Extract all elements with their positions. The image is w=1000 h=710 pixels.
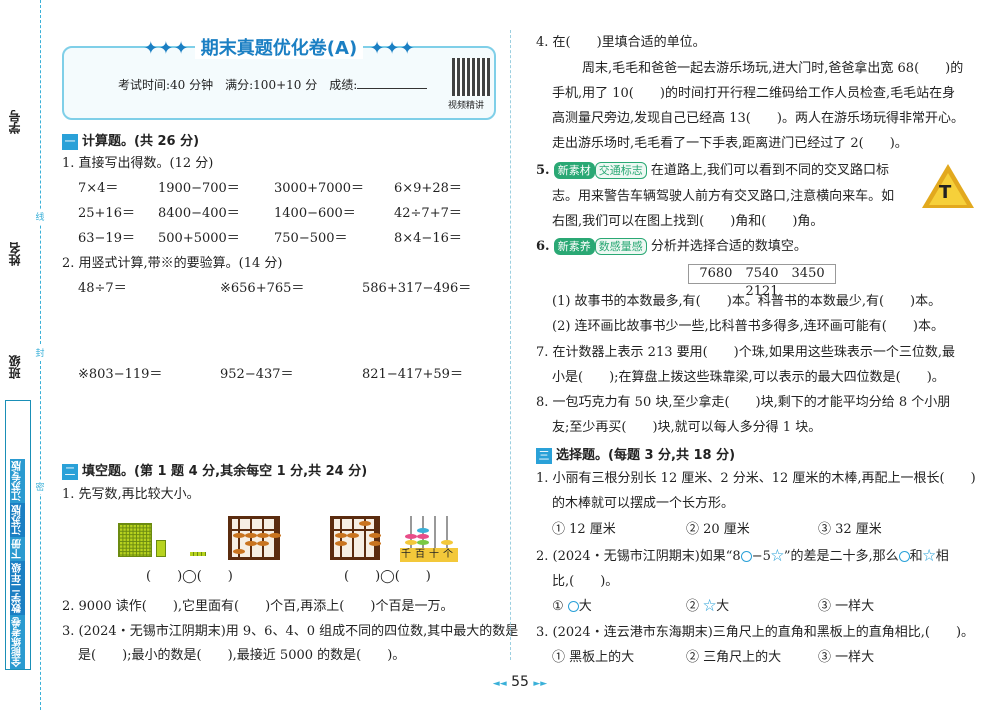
q4-line: 手机,用了 10( )的时间打开行程二维码给工作人员检查,毛毛站在身 (552, 86, 956, 101)
cut-mark: 线 (34, 210, 46, 224)
prev-arrow-icon: ◄◄ (492, 679, 507, 689)
abacus-image (330, 516, 381, 560)
q5-line: 右图,我们可以在图上找到( )角和( )角。 (552, 214, 824, 229)
region-label: 江苏专版 (10, 459, 26, 503)
q6-line: (2) 连环画比故事书少一些,比科普书多得多,连环画可能有( )本。 (552, 319, 944, 334)
section-1-heading: 一计算题。(共 26 分) (62, 130, 199, 150)
q7-line: 7. 在计数器上表示 213 要用( )个珠,如果用这些珠表示一个三位数,最 (536, 345, 956, 360)
calc-item: 8×4−16＝ (394, 231, 462, 246)
circle-symbol (898, 551, 910, 562)
student-id-label: 学号 (8, 110, 22, 134)
section-3-heading: 三选择题。(每题 3 分,共 18 分) (536, 444, 735, 464)
q2-2-text: 2. 9000 读作( ),它里面有( )个百,再添上( )个百是一万。 (62, 599, 454, 614)
abacus-image (228, 516, 281, 560)
compare-blank-2[interactable]: ( )◯( ) (344, 568, 431, 586)
q8-line: 友;至少再买( )块,就可以每人多分得 1 块。 (552, 420, 822, 435)
star-symbol: ☆ (922, 549, 936, 564)
traffic-sign-letter: T (939, 182, 952, 203)
vertical-calc-item: ※656+765＝ (220, 281, 305, 296)
q7-line: 小是( );在算盘上拨这些珠靠梁,可以表示的最大四位数是( )。 (552, 370, 945, 385)
q5-line: 志。用来警告车辆驾驶人前方有交叉路口,注意横向来车。如 (552, 189, 895, 204)
choice-option[interactable]: ① 大 (552, 598, 592, 616)
cut-mark: 密 (34, 480, 46, 494)
choice-option[interactable]: ③ 一样大 (818, 598, 874, 616)
calc-item: 1900−700＝ (158, 181, 240, 196)
calc-item: 750−500＝ (274, 231, 348, 246)
q4-line: 周末,毛毛和爸爸一起去游乐场玩,进大门时,爸爸拿出宽 68( )的 (582, 61, 964, 76)
calc-item: 6×9+28＝ (394, 181, 462, 196)
choice-option[interactable]: ① 黑板上的大 (552, 649, 634, 667)
c1-line: 1. 小丽有三根分别长 12 厘米、2 分米、12 厘米的木棒,再配上一根长( … (536, 471, 976, 486)
q1-1-prompt: 1. 直接写出得数。(12 分) (62, 156, 214, 171)
volume-label: 下册 (10, 537, 26, 561)
edition-label: 江苏版 (10, 503, 26, 537)
topic-badge: 交通标志 (594, 162, 647, 179)
cut-mark: 封 (34, 346, 46, 360)
calc-item: 3000+7000＝ (274, 181, 365, 196)
calc-item: 63−19＝ (78, 231, 135, 246)
q4-prompt: 4. 在( )里填合适的单位。 (536, 35, 706, 50)
c2-line: 比,( )。 (552, 574, 619, 589)
q5-prompt: 5. 新素材 交通标志 在道路上,我们可以看到不同的交叉路口标 (536, 162, 889, 179)
new-material-badge: 新素材 (553, 162, 595, 179)
q6-prompt: 6. 新素养 数感量感 分析并选择合适的数填空。 (536, 238, 807, 255)
choice-option[interactable]: ② 20 厘米 (686, 521, 750, 539)
number-choices: 7680 7540 3450 2121 (688, 264, 838, 299)
choice-option[interactable]: ① 12 厘米 (552, 521, 616, 539)
calc-item: 42÷7+7＝ (394, 206, 462, 221)
calc-item: 500+5000＝ (158, 231, 240, 246)
calc-item: 7×4＝ (78, 181, 119, 196)
choice-option[interactable]: ② 三角尺上的大 (686, 649, 781, 667)
calc-item: 8400−400＝ (158, 206, 240, 221)
circle-symbol (740, 551, 752, 562)
choice-option[interactable]: ③ 32 厘米 (818, 521, 882, 539)
series-name: 全能练考卷 (10, 615, 26, 669)
vertical-calc-item: 586+317−496＝ (362, 281, 472, 296)
vertical-calc-item: 952−437＝ (220, 367, 294, 382)
q2-1-prompt: 1. 先写数,再比较大小。 (62, 487, 200, 502)
c2-line: 2. (2024・无锡市江阴期末)如果“8 −5☆”的差是二十多,那么 和☆相 (536, 549, 949, 564)
name-label: 姓名 (8, 242, 22, 266)
rod-place-labels: 千百十个 (400, 548, 458, 562)
calc-item: 1400−600＝ (274, 206, 356, 221)
ones-cubes-image (190, 552, 206, 556)
page-number: ◄◄ 55 ►► (492, 674, 548, 690)
hundred-flat-image (156, 540, 166, 557)
q6-line: (1) 故事书的本数最多,有( )本。科普书的本数最少,有( )本。 (552, 294, 942, 309)
vertical-calc-item: 821−417+59＝ (362, 367, 463, 382)
compare-blank-1[interactable]: ( )◯( ) (146, 568, 233, 586)
q4-line: 走出游乐场时,毛毛看了一下手表,距离进门已经过了 2( )。 (552, 136, 908, 151)
qr-label: 视频精讲 (448, 101, 485, 111)
book-series-label: 全能练考卷 数学二年级 下册 江苏版 江苏专版 (5, 400, 31, 670)
star-symbol: ☆ (770, 549, 784, 564)
choice-option[interactable]: ② ☆大 (686, 598, 729, 616)
choice-option[interactable]: ③ 一样大 (818, 649, 874, 667)
q1-2-prompt: 2. 用竖式计算,带※的要验算。(14 分) (62, 256, 283, 271)
grade-label: 数学二年级 (10, 561, 26, 615)
column-divider (510, 30, 511, 660)
vertical-calc-item: ※803−119＝ (78, 367, 163, 382)
qr-code[interactable] (452, 58, 490, 96)
exam-info: 考试时间:40 分钟 满分:100+10 分 成绩: (118, 76, 428, 94)
new-literacy-badge: 新素养 (553, 238, 595, 255)
class-label: 班级 (8, 355, 22, 379)
next-arrow-icon: ►► (533, 679, 548, 689)
topic-badge: 数感量感 (594, 238, 647, 255)
thousand-cube-image (118, 523, 152, 557)
q4-line: 高测量尺旁边,发现自己已经高 13( )。两人在游乐场玩得非常开心。 (552, 111, 964, 126)
page-title: ✦✦✦ 期末真题优化卷(A) ✦✦✦ (143, 38, 415, 59)
c1-line: 的木棒就可以摆成一个长方形。 (552, 496, 735, 511)
section-2-heading: 二填空题。(第 1 题 4 分,其余每空 1 分,共 24 分) (62, 460, 367, 480)
calc-item: 25+16＝ (78, 206, 135, 221)
q8-line: 8. 一包巧克力有 50 块,至少拿走( )块,剩下的才能平均分给 8 个小朋 (536, 395, 951, 410)
q2-3-text: 3. (2024・无锡市江阴期末)用 9、6、4、0 组成不同的四位数,其中最大… (62, 624, 519, 639)
q2-3-text-cont: 是( );最小的数是( ),最接近 5000 的数是( )。 (78, 648, 406, 663)
c3-line: 3. (2024・连云港市东海期末)三角尺上的直角和黑板上的直角相比,( )。 (536, 625, 975, 640)
vertical-calc-item: 48÷7＝ (78, 281, 127, 296)
